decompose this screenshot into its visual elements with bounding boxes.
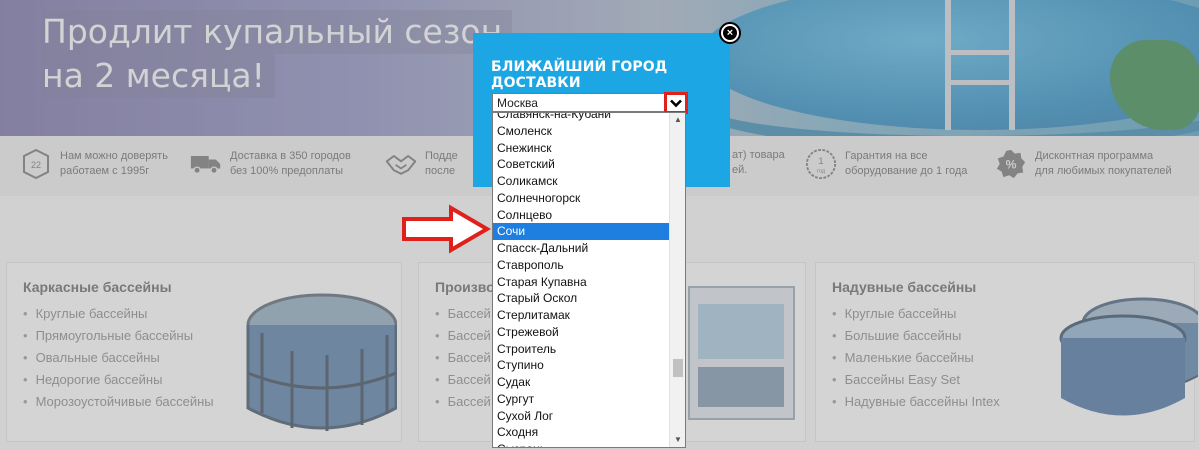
city-option[interactable]: Солнечногорск xyxy=(493,190,671,207)
dropdown-scrollbar[interactable]: ▲ ▼ xyxy=(669,113,685,447)
chevron-down-icon[interactable] xyxy=(664,92,688,114)
city-option[interactable]: Сочи xyxy=(493,223,671,240)
city-option[interactable]: Славянск-на-Кубани xyxy=(493,113,671,123)
city-option[interactable]: Ставрополь xyxy=(493,257,671,274)
city-select-value: Москва xyxy=(497,96,538,110)
city-option[interactable]: Спасск-Дальний xyxy=(493,240,671,257)
city-options: Славянск-на-Кубани Смоленск Снежинск Советс… xyxy=(493,113,671,447)
city-option[interactable]: Сходня xyxy=(493,424,671,441)
city-select[interactable]: Москва xyxy=(492,92,688,114)
city-option[interactable]: Стерлитамак xyxy=(493,307,671,324)
city-option[interactable]: Строитель xyxy=(493,341,671,358)
city-option[interactable]: Соликамск xyxy=(493,173,671,190)
close-button[interactable]: × xyxy=(719,22,741,44)
city-option[interactable]: Солнцево xyxy=(493,207,671,224)
city-option[interactable]: Стрежевой xyxy=(493,324,671,341)
close-icon: × xyxy=(723,26,737,40)
city-option[interactable]: Смоленск xyxy=(493,123,671,140)
city-option[interactable]: Ступино xyxy=(493,357,671,374)
modal-title: БЛИЖАЙШИЙ ГОРОД ДОСТАВКИ xyxy=(491,59,668,91)
city-option[interactable]: Сухой Лог xyxy=(493,408,671,425)
city-option[interactable]: Советский xyxy=(493,156,671,173)
city-option[interactable]: Снежинск xyxy=(493,140,671,157)
city-option[interactable]: Судак xyxy=(493,374,671,391)
scrollbar-thumb[interactable] xyxy=(673,359,683,377)
red-arrow-annotation-icon xyxy=(402,204,491,254)
city-dropdown-list[interactable]: Славянск-на-Кубани Смоленск Снежинск Советс… xyxy=(492,112,686,448)
city-option[interactable]: Сургут xyxy=(493,391,671,408)
city-option[interactable]: Старая Купавна xyxy=(493,274,671,291)
scroll-down-icon[interactable]: ▼ xyxy=(670,433,685,447)
city-option[interactable]: Сызрань xyxy=(493,441,671,447)
scroll-up-icon[interactable]: ▲ xyxy=(670,113,685,127)
city-option[interactable]: Старый Оскол xyxy=(493,290,671,307)
